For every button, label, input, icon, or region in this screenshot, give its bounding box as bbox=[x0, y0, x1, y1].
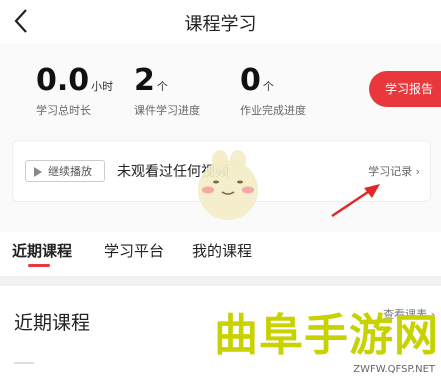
play-icon bbox=[34, 167, 42, 177]
stat-study-hours: 0.0 小时 学习总时长 bbox=[36, 64, 113, 118]
study-report-button[interactable]: 学习报告 bbox=[369, 71, 441, 107]
stat-label: 课件学习进度 bbox=[134, 104, 200, 117]
annotation-arrow-icon bbox=[331, 184, 380, 218]
stat-homework-progress: 0个 作业完成进度 bbox=[240, 64, 306, 118]
tab-my-courses[interactable]: 我的课程 bbox=[192, 240, 252, 261]
stat-unit: 小时 bbox=[91, 80, 114, 93]
stat-label: 作业完成进度 bbox=[240, 104, 306, 117]
site-watermark: 曲阜手游网 bbox=[214, 310, 439, 361]
tab-recent-courses[interactable]: 近期课程 bbox=[12, 240, 72, 261]
stat-value: 2 bbox=[134, 63, 155, 98]
stat-unit: 个 bbox=[156, 80, 168, 93]
stat-value: 0 bbox=[240, 63, 261, 98]
active-tab-indicator bbox=[28, 264, 50, 267]
site-watermark-url: ZWFW.QFSP.NET bbox=[353, 364, 435, 375]
stat-unit: 个 bbox=[262, 80, 274, 93]
stat-label: 学习总时长 bbox=[36, 104, 91, 117]
mascot-sticker-icon bbox=[198, 150, 258, 220]
list-placeholder bbox=[14, 362, 34, 364]
study-record-link[interactable]: 学习记录 › bbox=[368, 163, 420, 179]
page-title: 课程学习 bbox=[184, 14, 257, 35]
stat-value: 0.0 bbox=[36, 63, 90, 98]
course-tab-bar: 近期课程 学习平台 我的课程 bbox=[0, 232, 441, 276]
top-bar: 课程学习 bbox=[0, 0, 441, 44]
continue-play-label: 继续播放 bbox=[48, 165, 92, 178]
recent-courses-title: 近期课程 bbox=[14, 312, 91, 334]
continue-play-button[interactable]: 继续播放 bbox=[25, 160, 105, 182]
section-divider bbox=[0, 276, 441, 286]
tab-learning-platform[interactable]: 学习平台 bbox=[104, 240, 164, 261]
stat-courseware-progress: 2个 课件学习进度 bbox=[134, 64, 200, 118]
